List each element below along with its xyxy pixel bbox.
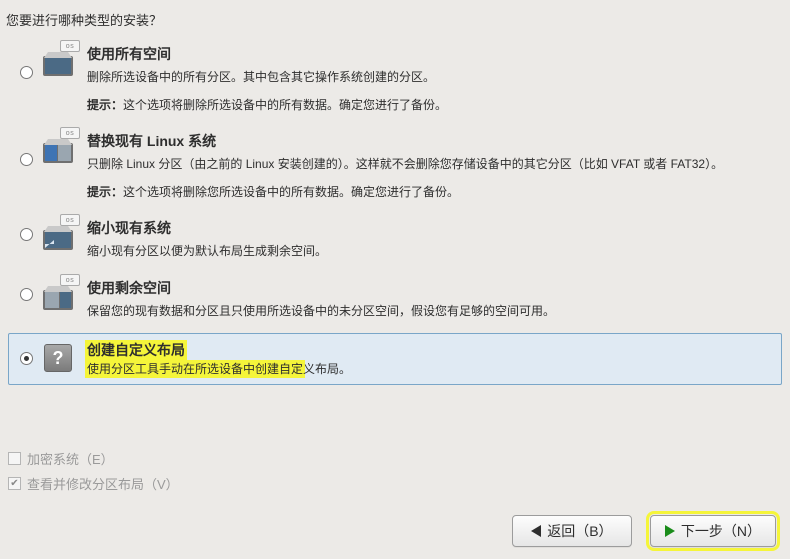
radio-use-all-space[interactable] (20, 66, 33, 79)
disk-icon: os (42, 46, 74, 78)
option-hint: 提示：这个选项将删除所选设备中的所有数据。确定您进行了备份。 (87, 96, 775, 113)
install-type-prompt: 您要进行哪种类型的安装？ (0, 0, 790, 37)
option-desc: 保留您的现有数据和分区且只使用所选设备中的未分区空间，假设您有足够的空间可用。 (87, 302, 775, 320)
option-custom-layout[interactable]: ? 创建自定义布局 使用分区工具手动在所选设备中创建自定义布局。 (8, 333, 782, 385)
encrypt-label: 加密系统（E） (27, 449, 114, 468)
option-title: 替换现有 Linux 系统 (87, 131, 775, 151)
option-title: 使用剩余空间 (87, 278, 775, 298)
question-icon: ? (44, 344, 72, 372)
option-desc: 只删除 Linux 分区（由之前的 Linux 安装创建的）。这样就不会删除您存… (87, 155, 775, 173)
next-button-label: 下一步（N） (681, 521, 761, 541)
os-badge-icon: os (60, 214, 80, 226)
install-options: os 使用所有空间 删除所选设备中的所有分区。其中包含其它操作系统创建的分区。 … (0, 37, 790, 385)
radio-free-space[interactable] (20, 288, 33, 301)
encrypt-checkbox (8, 452, 21, 465)
lower-options: 加密系统（E） 查看并修改分区布局（V） (8, 449, 179, 499)
arrow-left-icon (531, 525, 541, 537)
option-replace-linux[interactable]: os 替换现有 Linux 系统 只删除 Linux 分区（由之前的 Linux… (6, 124, 784, 211)
review-checkbox (8, 477, 21, 490)
review-row: 查看并修改分区布局（V） (8, 474, 179, 493)
encrypt-row: 加密系统（E） (8, 449, 179, 468)
option-title: 缩小现有系统 (87, 218, 775, 238)
review-label: 查看并修改分区布局（V） (27, 474, 179, 493)
os-badge-icon: os (60, 40, 80, 52)
option-title: 创建自定义布局 (87, 342, 185, 358)
wizard-buttons: 返回（B） 下一步（N） (512, 515, 776, 547)
option-use-all-space[interactable]: os 使用所有空间 删除所选设备中的所有分区。其中包含其它操作系统创建的分区。 … (6, 37, 784, 124)
option-free-space[interactable]: os 使用剩余空间 保留您的现有数据和分区且只使用所选设备中的未分区空间，假设您… (6, 271, 784, 331)
disk-icon: os (42, 220, 74, 252)
option-title: 使用所有空间 (87, 44, 775, 64)
radio-replace-linux[interactable] (20, 153, 33, 166)
radio-custom-layout[interactable] (20, 352, 33, 365)
radio-shrink[interactable] (20, 228, 33, 241)
back-button[interactable]: 返回（B） (512, 515, 632, 547)
os-badge-icon: os (60, 274, 80, 286)
arrow-right-icon (665, 525, 675, 537)
option-desc: 使用分区工具手动在所选设备中创建自定义布局。 (87, 360, 775, 378)
option-hint: 提示：这个选项将删除您所选设备中的所有数据。确定您进行了备份。 (87, 183, 775, 200)
os-badge-icon: os (60, 127, 80, 139)
back-button-label: 返回（B） (547, 521, 612, 541)
option-shrink[interactable]: os 缩小现有系统 缩小现有分区以便为默认布局生成剩余空间。 (6, 211, 784, 271)
disk-icon: os (42, 133, 74, 165)
next-button[interactable]: 下一步（N） (650, 515, 776, 547)
disk-icon: os (42, 280, 74, 312)
option-desc: 删除所选设备中的所有分区。其中包含其它操作系统创建的分区。 (87, 68, 775, 86)
option-desc: 缩小现有分区以便为默认布局生成剩余空间。 (87, 242, 775, 260)
